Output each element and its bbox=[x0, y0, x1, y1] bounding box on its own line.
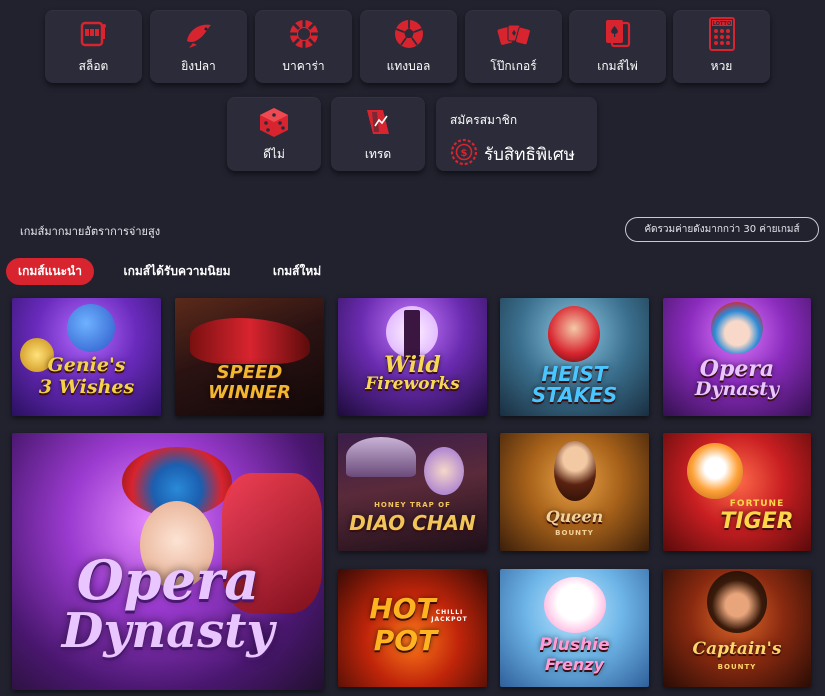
game-title-line2: DIAO CHAN bbox=[349, 511, 476, 535]
category-lottery[interactable]: LOTTO หวย bbox=[673, 10, 770, 83]
game-title-line1: Opera bbox=[76, 548, 260, 612]
category-label: โป๊กเกอร์ bbox=[490, 59, 537, 73]
game-title-line2: POT bbox=[373, 624, 438, 657]
game-title-line1: FORTUNE bbox=[729, 499, 785, 509]
game-tile-hot-pot[interactable]: CHILLI JACKPOT HOT POT bbox=[338, 569, 487, 687]
dice-icon bbox=[257, 105, 291, 139]
game-title-line2: 3 Wishes bbox=[38, 376, 135, 398]
category-label: เกมส์ไพ่ bbox=[597, 59, 638, 73]
lotto-ticket-icon: LOTTO bbox=[705, 17, 739, 51]
trade-chart-icon bbox=[361, 105, 395, 139]
game-title-line1: Plushie bbox=[539, 635, 610, 655]
unicorn-plush-image bbox=[544, 577, 606, 633]
category-dice[interactable]: ดีไม่ bbox=[227, 97, 321, 171]
tab-popular[interactable]: เกมส์ได้รับความนิยม bbox=[112, 258, 242, 285]
providers-button[interactable]: คัดรวมค่ายดังมากกว่า 30 ค่ายเกมส์ bbox=[625, 217, 819, 242]
signup-big-text: รับสิทธิพิเศษ bbox=[484, 144, 575, 165]
pirate-queen-image bbox=[554, 441, 596, 501]
category-label: เทรด bbox=[364, 146, 392, 161]
game-tile-genies-3-wishes[interactable]: Genie's 3 Wishes bbox=[12, 298, 161, 416]
category-label: แทงบอล bbox=[386, 59, 431, 73]
game-tile-heist-stakes[interactable]: HEIST STAKES bbox=[500, 298, 649, 416]
game-title-line2: WINNER bbox=[208, 382, 291, 403]
section-title: เกมส์มากมายอัตราการจ่ายสูง bbox=[20, 225, 161, 238]
game-title-line2: Dynasty bbox=[694, 378, 780, 400]
game-tile-speed-winner[interactable]: SPEED WINNER bbox=[175, 298, 324, 416]
thief-character-image bbox=[548, 306, 600, 362]
category-label: หวย bbox=[710, 59, 733, 73]
soccer-ball-icon bbox=[392, 17, 426, 51]
princess-image bbox=[424, 447, 464, 495]
game-title-line1: HEIST bbox=[541, 362, 608, 386]
category-baccarat[interactable]: บาคาร่า bbox=[255, 10, 352, 83]
tiger-image bbox=[687, 443, 743, 499]
game-title-line1: Opera bbox=[699, 356, 775, 382]
game-tile-captains-bounty[interactable]: Captain's BOUNTY bbox=[663, 569, 811, 687]
game-title-line2: Frenzy bbox=[544, 655, 605, 674]
pirate-captain-image bbox=[707, 571, 767, 633]
category-slots[interactable]: สล็อต bbox=[45, 10, 142, 83]
category-label: ดีไม่ bbox=[263, 146, 285, 161]
game-title-line1: Queen bbox=[545, 507, 604, 526]
signup-small-text: สมัครสมาชิก bbox=[450, 113, 518, 127]
game-tile-opera-dynasty-featured[interactable]: Opera Dynasty bbox=[12, 433, 324, 690]
poker-cards-icon bbox=[497, 17, 531, 51]
game-title-line1: HONEY TRAP OF bbox=[374, 501, 451, 509]
dollar-coin-icon: $ bbox=[450, 138, 478, 170]
poker-chip-icon bbox=[287, 17, 321, 51]
fan-image bbox=[346, 437, 416, 477]
slot-machine-icon bbox=[77, 17, 111, 51]
category-card-games[interactable]: เกมส์ไพ่ bbox=[569, 10, 666, 83]
category-poker[interactable]: โป๊กเกอร์ bbox=[465, 10, 562, 83]
game-title-line2: STAKES bbox=[531, 383, 618, 407]
fish-icon bbox=[182, 17, 216, 51]
game-title-line1: HOT bbox=[369, 592, 436, 625]
game-title-line2: BOUNTY bbox=[717, 663, 757, 671]
game-title-line1: Genie's bbox=[47, 354, 126, 376]
tab-recommended[interactable]: เกมส์แนะนำ bbox=[6, 258, 94, 285]
opera-headdress-image bbox=[711, 302, 763, 354]
game-tile-plushie-frenzy[interactable]: Plushie Frenzy bbox=[500, 569, 649, 687]
category-fishing[interactable]: ยิงปลา bbox=[150, 10, 247, 83]
category-label: ยิงปลา bbox=[181, 59, 216, 73]
lotto-icon-text: LOTTO bbox=[712, 21, 730, 27]
race-car-image bbox=[190, 318, 310, 364]
game-tile-diao-chan[interactable]: HONEY TRAP OF DIAO CHAN bbox=[338, 433, 487, 551]
category-label: สล็อต bbox=[78, 59, 109, 73]
game-title-line1: Wild bbox=[384, 352, 441, 378]
game-title-line1: SPEED bbox=[216, 362, 283, 383]
game-title-line1: Captain's bbox=[692, 639, 782, 659]
category-football[interactable]: แทงบอล bbox=[360, 10, 457, 83]
category-trade[interactable]: เทรด bbox=[331, 97, 425, 171]
playing-cards-icon bbox=[601, 17, 635, 51]
tab-new[interactable]: เกมส์ใหม่ bbox=[262, 258, 332, 285]
game-title-line2: Fireworks bbox=[365, 374, 460, 394]
signup-promo-button[interactable]: สมัครสมาชิก $ รับสิทธิพิเศษ bbox=[436, 97, 597, 171]
game-title-line2: Dynasty bbox=[61, 603, 275, 659]
game-tile-fortune-tiger[interactable]: FORTUNE TIGER bbox=[663, 433, 811, 551]
game-title-line2: BOUNTY bbox=[555, 529, 594, 537]
game-tile-wild-fireworks[interactable]: Wild Fireworks bbox=[338, 298, 487, 416]
svg-text:$: $ bbox=[461, 148, 468, 159]
game-tile-opera-dynasty-small[interactable]: Opera Dynasty bbox=[663, 298, 811, 416]
game-tile-queen-of-bounty[interactable]: Queen BOUNTY bbox=[500, 433, 649, 551]
category-label: บาคาร่า bbox=[282, 59, 325, 73]
genie-figure-image bbox=[67, 304, 115, 352]
game-title-line2: TIGER bbox=[720, 509, 794, 534]
